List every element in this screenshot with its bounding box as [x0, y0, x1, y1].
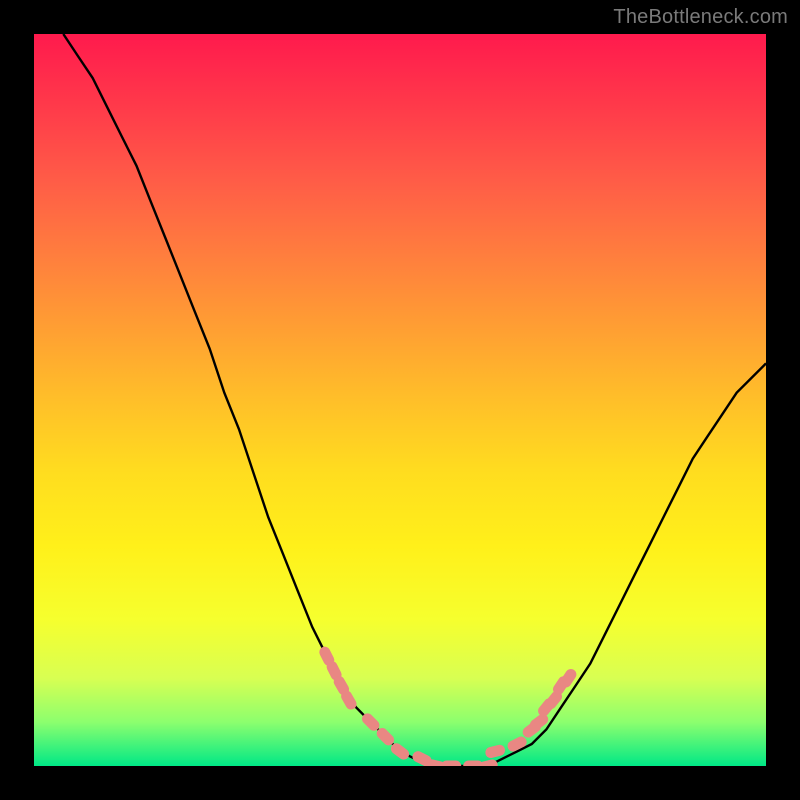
sample-point: [521, 719, 544, 740]
sample-point: [411, 749, 434, 766]
bottleneck-curve: [63, 34, 766, 766]
sample-point: [332, 674, 351, 697]
sample-point: [551, 674, 571, 697]
sample-point: [389, 741, 412, 762]
sample-point: [325, 659, 344, 682]
sample-point: [463, 761, 483, 767]
sample-points: [317, 645, 578, 766]
sample-point: [339, 689, 358, 712]
curve-svg: [34, 34, 766, 766]
sample-point: [543, 689, 564, 711]
sample-point: [536, 696, 557, 718]
sample-point: [360, 711, 382, 733]
sample-point: [477, 758, 499, 766]
sample-point: [317, 645, 336, 668]
sample-point: [441, 761, 461, 767]
sample-point: [484, 744, 506, 760]
sample-point: [426, 758, 448, 766]
sample-point: [528, 712, 551, 733]
sample-point: [374, 726, 396, 748]
attribution-label: TheBottleneck.com: [613, 6, 788, 29]
plot-area: [34, 34, 766, 766]
sample-point: [558, 667, 578, 690]
chart-stage: TheBottleneck.com: [0, 0, 800, 800]
sample-point: [506, 735, 529, 754]
